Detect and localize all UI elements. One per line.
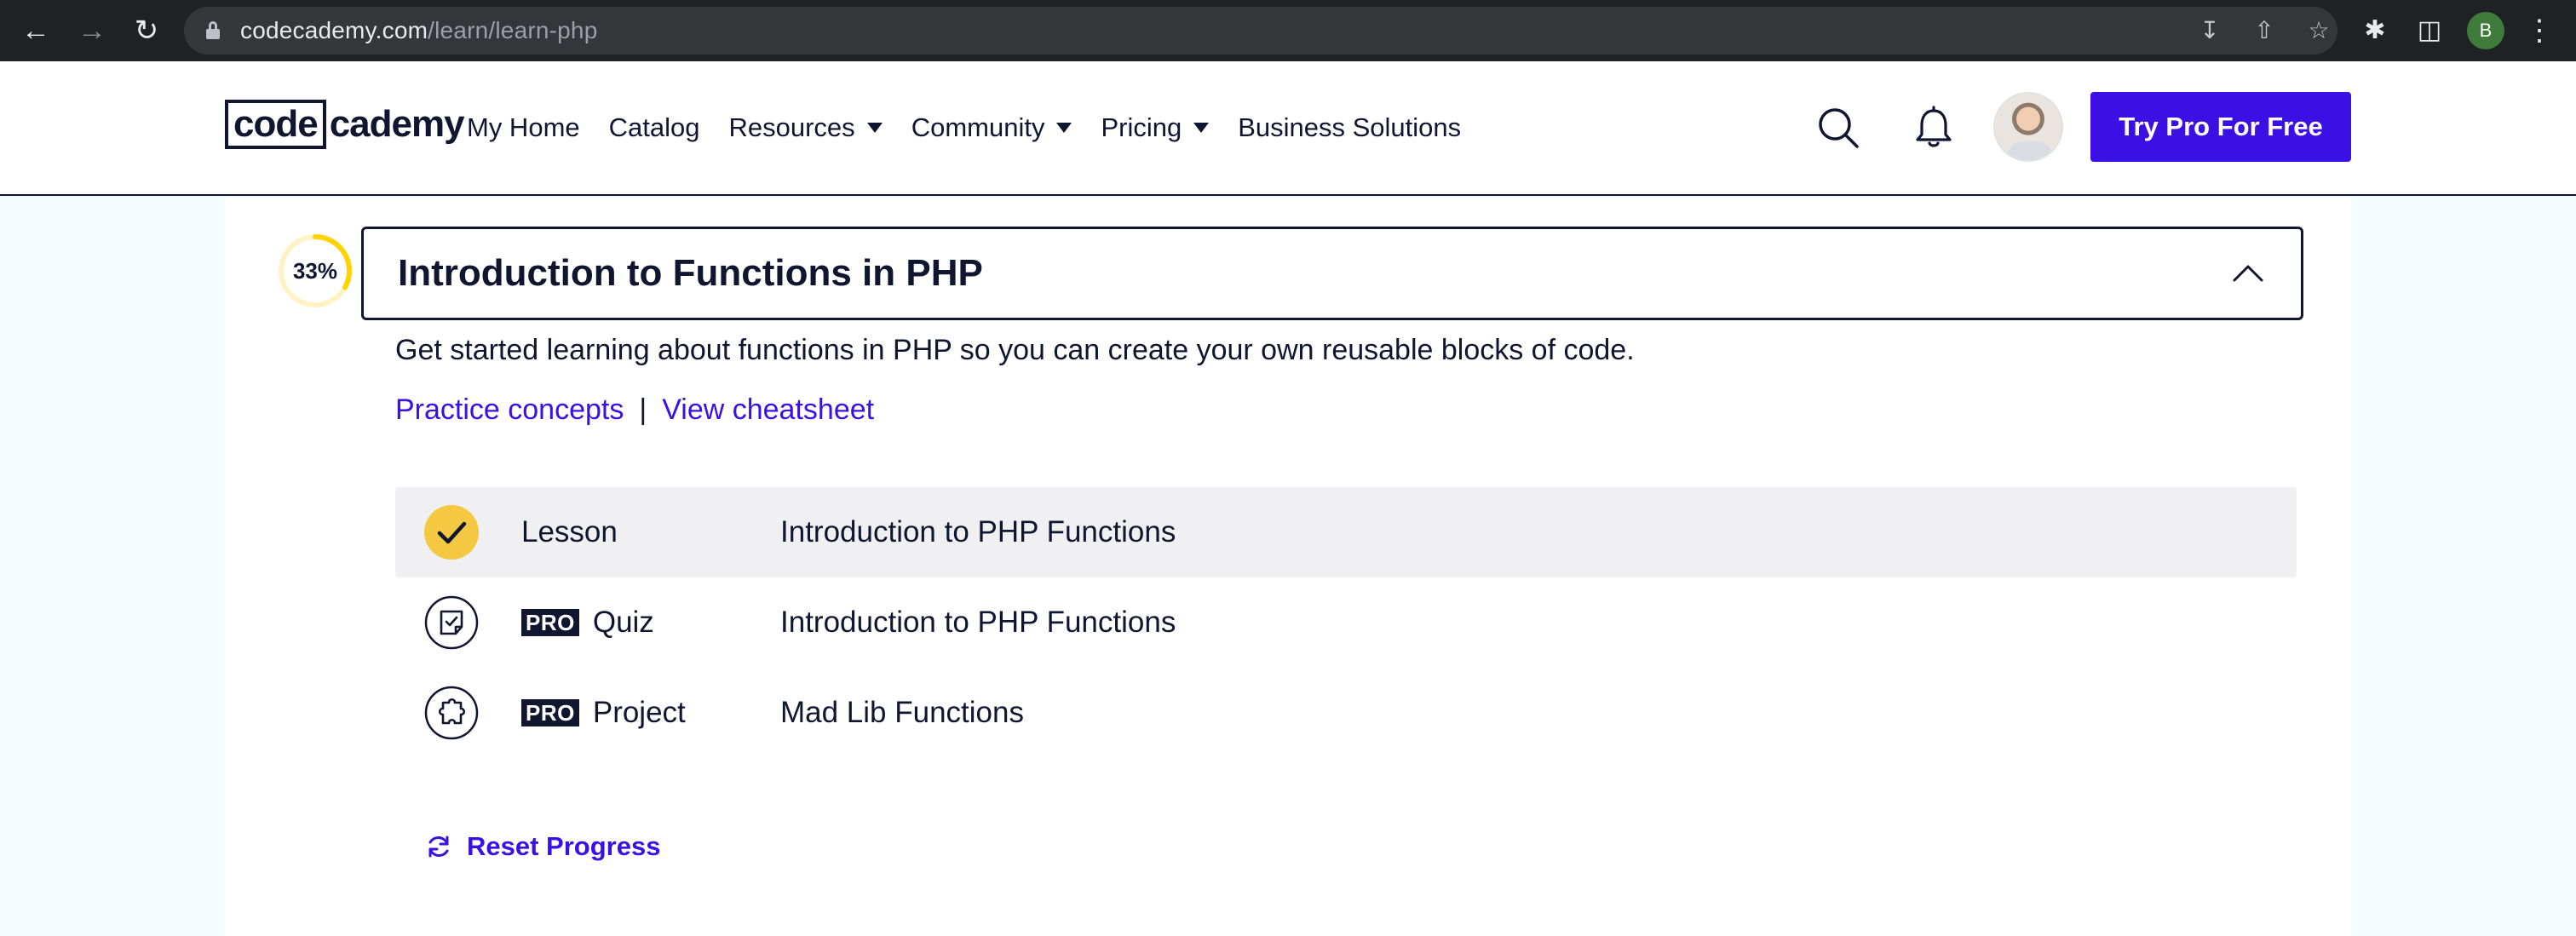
site-header: code cademy My Home Catalog Resources Com… <box>0 61 2576 196</box>
browser-profile-avatar[interactable]: B <box>2467 12 2504 49</box>
address-bar[interactable]: codecademy.com/learn/learn-php ↧ ⇧ ☆ <box>184 7 2337 55</box>
module-links: Practice concepts | View cheatsheet <box>395 390 874 429</box>
caret-down-icon <box>1193 123 1210 133</box>
main-nav: My Home Catalog Resources Community Pric… <box>467 106 1490 150</box>
nav-community[interactable]: Community <box>911 112 1072 143</box>
side-panel-icon[interactable]: ◫ <box>2414 14 2445 48</box>
forward-icon[interactable]: → <box>73 12 111 49</box>
try-pro-button[interactable]: Try Pro For Free <box>2090 92 2351 162</box>
extensions-icon[interactable]: ✱ <box>2360 14 2390 48</box>
nav-my-home[interactable]: My Home <box>467 112 580 143</box>
quiz-icon <box>424 595 479 650</box>
puzzle-icon <box>424 686 479 740</box>
item-type: PRO Project <box>521 668 686 758</box>
back-icon[interactable]: ← <box>17 12 55 49</box>
item-name: Introduction to PHP Functions <box>780 515 1176 548</box>
content-item-row[interactable]: PRO Project Mad Lib Functions <box>395 668 2297 758</box>
content-item-row[interactable]: PRO Quiz Introduction to PHP Functions <box>395 577 2297 668</box>
browser-menu-icon[interactable]: ⋮ <box>2525 12 2554 49</box>
nav-business-solutions[interactable]: Business Solutions <box>1238 112 1461 143</box>
lock-icon[interactable] <box>206 21 220 40</box>
share-icon[interactable]: ⇧ <box>2251 17 2278 44</box>
nav-catalog[interactable]: Catalog <box>609 112 700 143</box>
codecademy-logo[interactable]: code cademy <box>225 99 465 150</box>
pro-badge: PRO <box>521 699 579 726</box>
bookmark-star-icon[interactable]: ☆ <box>2305 17 2332 44</box>
install-app-icon[interactable]: ↧ <box>2196 17 2223 44</box>
check-icon <box>424 505 479 560</box>
module-progress-ring: 33% <box>276 232 354 310</box>
module-header[interactable]: Introduction to Functions in PHP <box>361 227 2303 320</box>
url-text: codecademy.com/learn/learn-php <box>240 17 598 43</box>
practice-concepts-link[interactable]: Practice concepts <box>395 390 624 429</box>
caret-down-icon <box>1056 123 1072 133</box>
reload-icon[interactable]: ↻ <box>128 12 165 49</box>
reset-icon <box>428 836 449 858</box>
module-title: Introduction to Functions in PHP <box>398 252 983 294</box>
view-cheatsheet-link[interactable]: View cheatsheet <box>662 390 874 429</box>
pro-badge: PRO <box>521 609 579 636</box>
item-type: Lesson <box>521 515 618 548</box>
progress-percent: 33% <box>292 258 338 284</box>
item-type: PRO Quiz <box>521 577 654 668</box>
chevron-up-icon[interactable] <box>2229 255 2267 292</box>
item-name: Introduction to PHP Functions <box>780 606 1176 639</box>
nav-resources[interactable]: Resources <box>729 112 883 143</box>
reset-progress-button[interactable]: Reset Progress <box>424 828 660 865</box>
bell-icon[interactable] <box>1908 102 1959 153</box>
content-item-row[interactable]: Lesson Introduction to PHP Functions <box>395 487 2297 577</box>
module-description: Get started learning about functions in … <box>395 334 1635 366</box>
user-avatar[interactable] <box>1993 92 2063 162</box>
item-name: Mad Lib Functions <box>780 696 1024 729</box>
link-separator: | <box>639 393 647 426</box>
nav-pricing[interactable]: Pricing <box>1101 112 1210 143</box>
caret-down-icon <box>866 123 883 133</box>
search-icon[interactable] <box>1813 102 1864 153</box>
browser-toolbar: ← → ↻ codecademy.com/learn/learn-php ↧ ⇧… <box>0 0 2576 61</box>
